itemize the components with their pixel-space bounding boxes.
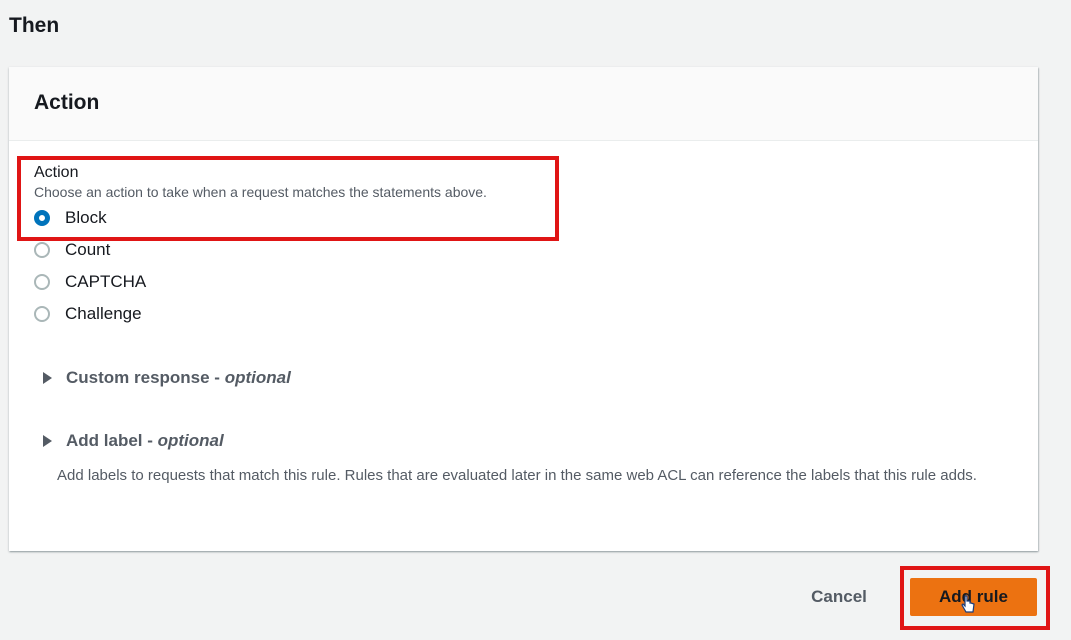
radio-unchecked-icon[interactable] xyxy=(34,274,50,290)
add-rule-button[interactable]: Add rule xyxy=(910,578,1037,616)
card-header: Action xyxy=(9,67,1038,141)
field-label: Action xyxy=(34,164,79,181)
caret-right-icon xyxy=(43,435,52,447)
add-label-expander[interactable]: Add label - optional xyxy=(43,431,224,451)
custom-response-expander[interactable]: Custom response - optional xyxy=(43,368,291,388)
action-radio-group: Block Count CAPTCHA Challenge xyxy=(34,202,487,330)
custom-response-label: Custom response - optional xyxy=(66,368,291,387)
radio-label-count: Count xyxy=(65,240,111,259)
radio-unchecked-icon[interactable] xyxy=(34,242,50,258)
radio-label-block: Block xyxy=(65,208,107,227)
add-label-description: Add labels to requests that match this r… xyxy=(57,467,977,484)
section-title: Then xyxy=(9,14,60,37)
radio-option-captcha[interactable]: CAPTCHA xyxy=(34,266,487,298)
radio-option-challenge[interactable]: Challenge xyxy=(34,298,487,330)
add-label-label: Add label - optional xyxy=(66,431,224,450)
radio-label-challenge: Challenge xyxy=(65,304,142,323)
radio-unchecked-icon[interactable] xyxy=(34,306,50,322)
radio-label-captcha: CAPTCHA xyxy=(65,272,147,291)
caret-right-icon xyxy=(43,372,52,384)
radio-option-count[interactable]: Count xyxy=(34,234,487,266)
radio-option-block[interactable]: Block xyxy=(34,202,487,234)
action-form-field: Action Choose an action to take when a r… xyxy=(34,163,487,330)
card-title: Action xyxy=(34,91,100,114)
radio-checked-icon[interactable] xyxy=(34,210,50,226)
field-description: Choose an action to take when a request … xyxy=(34,184,487,200)
cancel-button[interactable]: Cancel xyxy=(796,580,882,614)
page: Then Action Action Choose an action to t… xyxy=(0,0,1071,640)
